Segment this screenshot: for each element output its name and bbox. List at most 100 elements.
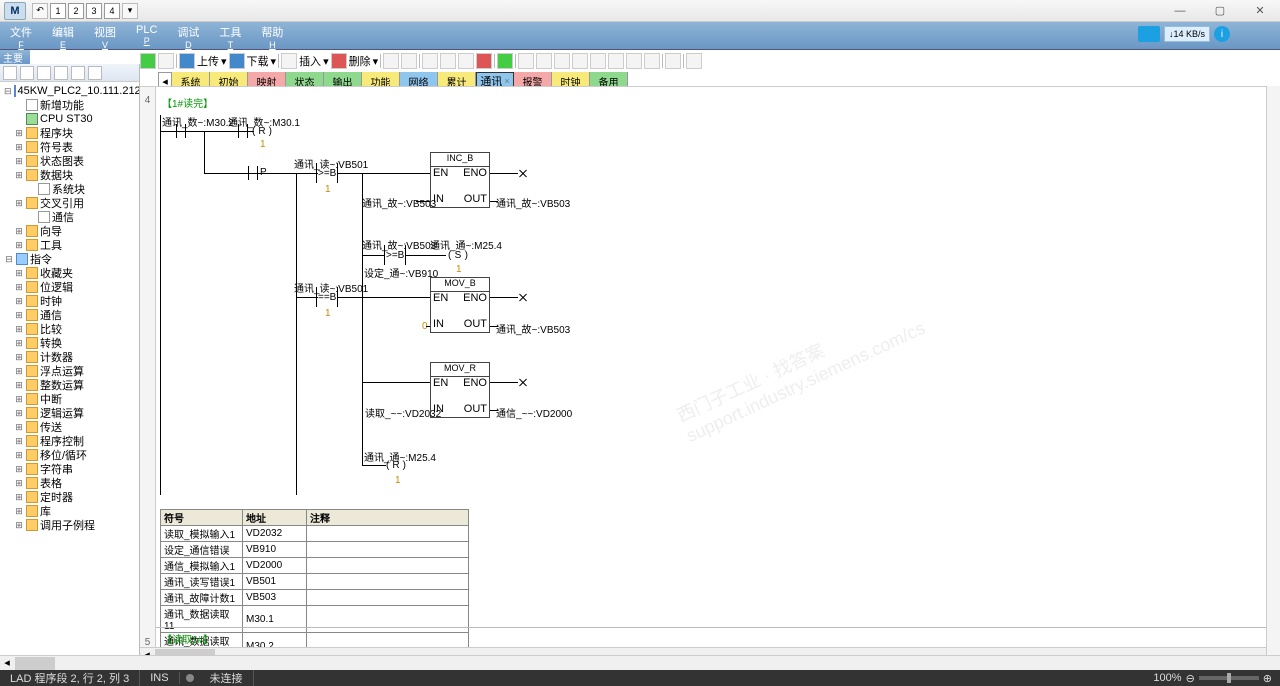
project-tree[interactable]: ⊟45KW_PLC2_10.111.212.1 新增功能 CPU ST30 ⊞程… xyxy=(0,82,139,662)
menu-file[interactable]: 文件F xyxy=(0,22,42,49)
lbl-vb503a: 通讯_故~:VB503 xyxy=(362,195,436,210)
app-menu-button[interactable]: M xyxy=(4,2,26,20)
folder-icon xyxy=(26,421,38,433)
tb8-icon[interactable] xyxy=(518,53,534,69)
tree-instr-18[interactable]: 调用子例程 xyxy=(40,517,95,533)
tree-btn4[interactable] xyxy=(54,66,68,80)
table-row[interactable]: 读取_模拟输入1VD2032 xyxy=(161,526,469,542)
table-row[interactable]: 通讯_故障计数1VB503 xyxy=(161,590,469,606)
contact-m302[interactable] xyxy=(172,124,190,138)
run-icon[interactable] xyxy=(140,53,156,69)
tb7-icon[interactable] xyxy=(497,53,513,69)
insert-icon[interactable] xyxy=(281,53,297,69)
tb6-icon[interactable] xyxy=(476,53,492,69)
block-movb[interactable]: MOV_B ENENO INOUT xyxy=(430,277,490,333)
contact-m301[interactable] xyxy=(234,124,252,138)
tree-btn3[interactable] xyxy=(37,66,51,80)
tb1-icon[interactable] xyxy=(383,53,399,69)
tree-btn6[interactable] xyxy=(88,66,102,80)
tb12-icon[interactable] xyxy=(590,53,606,69)
tb14-icon[interactable] xyxy=(626,53,642,69)
download-label[interactable]: 下载 xyxy=(247,53,269,69)
menu-tools[interactable]: 工具T xyxy=(209,22,251,49)
zoom-slider[interactable] xyxy=(1199,676,1259,680)
coil-r[interactable]: R xyxy=(252,124,272,138)
leaf-icon xyxy=(38,211,50,223)
qa-2[interactable]: 2 xyxy=(68,3,84,19)
delete-icon[interactable] xyxy=(331,53,347,69)
folder-icon xyxy=(26,309,38,321)
download-icon[interactable] xyxy=(229,53,245,69)
folder-icon xyxy=(26,519,38,531)
cloud-icon[interactable] xyxy=(1138,26,1160,42)
tb3-icon[interactable] xyxy=(422,53,438,69)
tab-close-icon[interactable]: × xyxy=(504,76,509,86)
tree-root[interactable]: 45KW_PLC2_10.111.212.1 xyxy=(18,85,139,97)
symhdr-note[interactable]: 注释 xyxy=(307,510,469,526)
tree-btn5[interactable] xyxy=(71,66,85,80)
delete-label[interactable]: 删除 xyxy=(349,53,371,69)
lbl-vb910: 设定_通~:VB910 xyxy=(364,265,438,280)
tb2-icon[interactable] xyxy=(401,53,417,69)
symhdr-addr[interactable]: 地址 xyxy=(243,510,307,526)
close-button[interactable]: ✕ xyxy=(1240,0,1280,22)
tb5-icon[interactable] xyxy=(458,53,474,69)
tb9-icon[interactable] xyxy=(536,53,552,69)
table-row[interactable]: 通讯_读写错误1VB501 xyxy=(161,574,469,590)
editor-vscroll[interactable] xyxy=(1266,86,1280,662)
qa-4[interactable]: 4 xyxy=(104,3,120,19)
tree-newfeat[interactable]: 新增功能 xyxy=(40,97,84,113)
zoom-out-button[interactable]: ⊖ xyxy=(1186,672,1195,685)
menu-view[interactable]: 视图V xyxy=(84,22,126,49)
coil-r2[interactable]: R xyxy=(386,458,406,472)
lbl-vd2032: 读取_~~:VD2032 xyxy=(365,405,441,420)
eno-term2 xyxy=(518,292,528,302)
folder-icon xyxy=(26,435,38,447)
tb15-icon[interactable] xyxy=(644,53,660,69)
tree-btn1[interactable] xyxy=(3,66,17,80)
outer-hscroll-thumb[interactable] xyxy=(15,657,55,670)
outer-hscroll[interactable]: ◂ xyxy=(0,655,1280,670)
zoom-value: 100% xyxy=(1153,672,1181,684)
tb13-icon[interactable] xyxy=(608,53,624,69)
tb16-icon[interactable] xyxy=(665,53,681,69)
qa-1[interactable]: 1 xyxy=(50,3,66,19)
upload-icon[interactable] xyxy=(179,53,195,69)
net-num[interactable]: 4 xyxy=(140,95,155,109)
qa-more-icon[interactable]: ▾ xyxy=(122,3,138,19)
insert-label[interactable]: 插入 xyxy=(299,53,321,69)
tree-cpu[interactable]: CPU ST30 xyxy=(40,113,93,125)
menu-edit[interactable]: 编辑E xyxy=(42,22,84,49)
lbl-one1: 1 xyxy=(260,139,266,150)
lbl-p: P xyxy=(260,167,267,178)
folder-icon xyxy=(26,155,38,167)
menu-plc[interactable]: PLCP xyxy=(126,22,167,49)
stop-icon[interactable] xyxy=(158,53,174,69)
folder-icon xyxy=(26,323,38,335)
table-row[interactable]: 通讯_数据读取11M30.1 xyxy=(161,606,469,633)
coil-s[interactable]: S xyxy=(448,248,468,262)
instr-icon xyxy=(16,253,28,265)
minimize-button[interactable]: — xyxy=(1160,0,1200,22)
tb10-icon[interactable] xyxy=(554,53,570,69)
qa-3[interactable]: 3 xyxy=(86,3,102,19)
upload-label[interactable]: 上传 xyxy=(197,53,219,69)
tree-btn2[interactable] xyxy=(20,66,34,80)
ladder-editor[interactable]: 4 5 【1#读完】 通讯_数~:M30.2 通讯_数~:M30.1 R 1 P… xyxy=(140,86,1280,662)
table-row[interactable]: 通信_模拟输入1VD2000 xyxy=(161,558,469,574)
tree-toolbar xyxy=(0,64,139,82)
tb4-icon[interactable] xyxy=(440,53,456,69)
tb11-icon[interactable] xyxy=(572,53,588,69)
maximize-button[interactable]: ▢ xyxy=(1200,0,1240,22)
menu-debug[interactable]: 调试D xyxy=(167,22,209,49)
folder-icon xyxy=(26,337,38,349)
qa-undo-icon[interactable]: ↶ xyxy=(32,3,48,19)
folder-icon xyxy=(26,281,38,293)
symhdr-symbol[interactable]: 符号 xyxy=(161,510,243,526)
menu-help[interactable]: 帮助H xyxy=(251,22,293,49)
table-row[interactable]: 设定_通信错误VB910 xyxy=(161,542,469,558)
info-icon[interactable]: i xyxy=(1214,26,1230,42)
block-incb[interactable]: INC_B ENENO INOUT xyxy=(430,152,490,208)
tb17-icon[interactable] xyxy=(686,53,702,69)
zoom-in-button[interactable]: ⊕ xyxy=(1263,672,1272,685)
